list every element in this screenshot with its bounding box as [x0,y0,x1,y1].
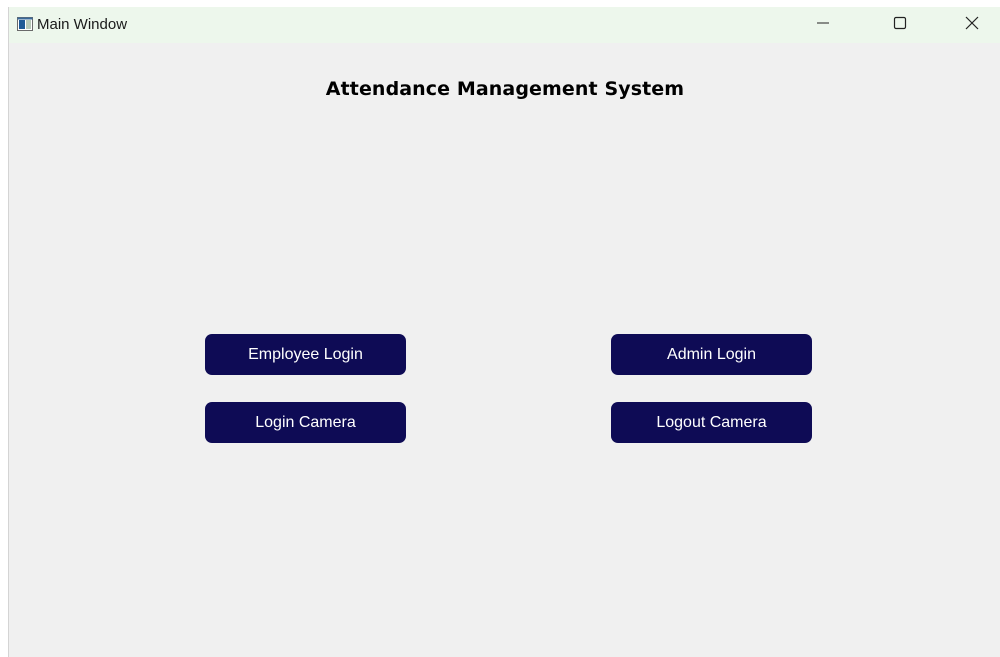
title-bar[interactable]: Main Window [9,7,1000,43]
login-camera-button[interactable]: Login Camera [205,402,406,443]
logout-camera-label: Logout Camera [656,413,767,431]
employee-login-button[interactable]: Employee Login [205,334,406,375]
page-title: Attendance Management System [325,78,685,100]
minimize-icon [816,16,830,35]
logout-camera-button[interactable]: Logout Camera [611,402,812,443]
main-window: Main Window Attendance Management System… [8,7,1000,657]
admin-login-button[interactable]: Admin Login [611,334,812,375]
maximize-icon [893,16,907,35]
admin-login-label: Admin Login [667,345,756,363]
window-app-icon [17,17,33,31]
login-camera-label: Login Camera [255,413,356,431]
close-button[interactable] [949,7,995,43]
minimize-button[interactable] [800,7,846,43]
employee-login-label: Employee Login [248,345,363,363]
close-icon [965,16,979,35]
maximize-button[interactable] [877,7,923,43]
window-title: Main Window [37,16,128,33]
